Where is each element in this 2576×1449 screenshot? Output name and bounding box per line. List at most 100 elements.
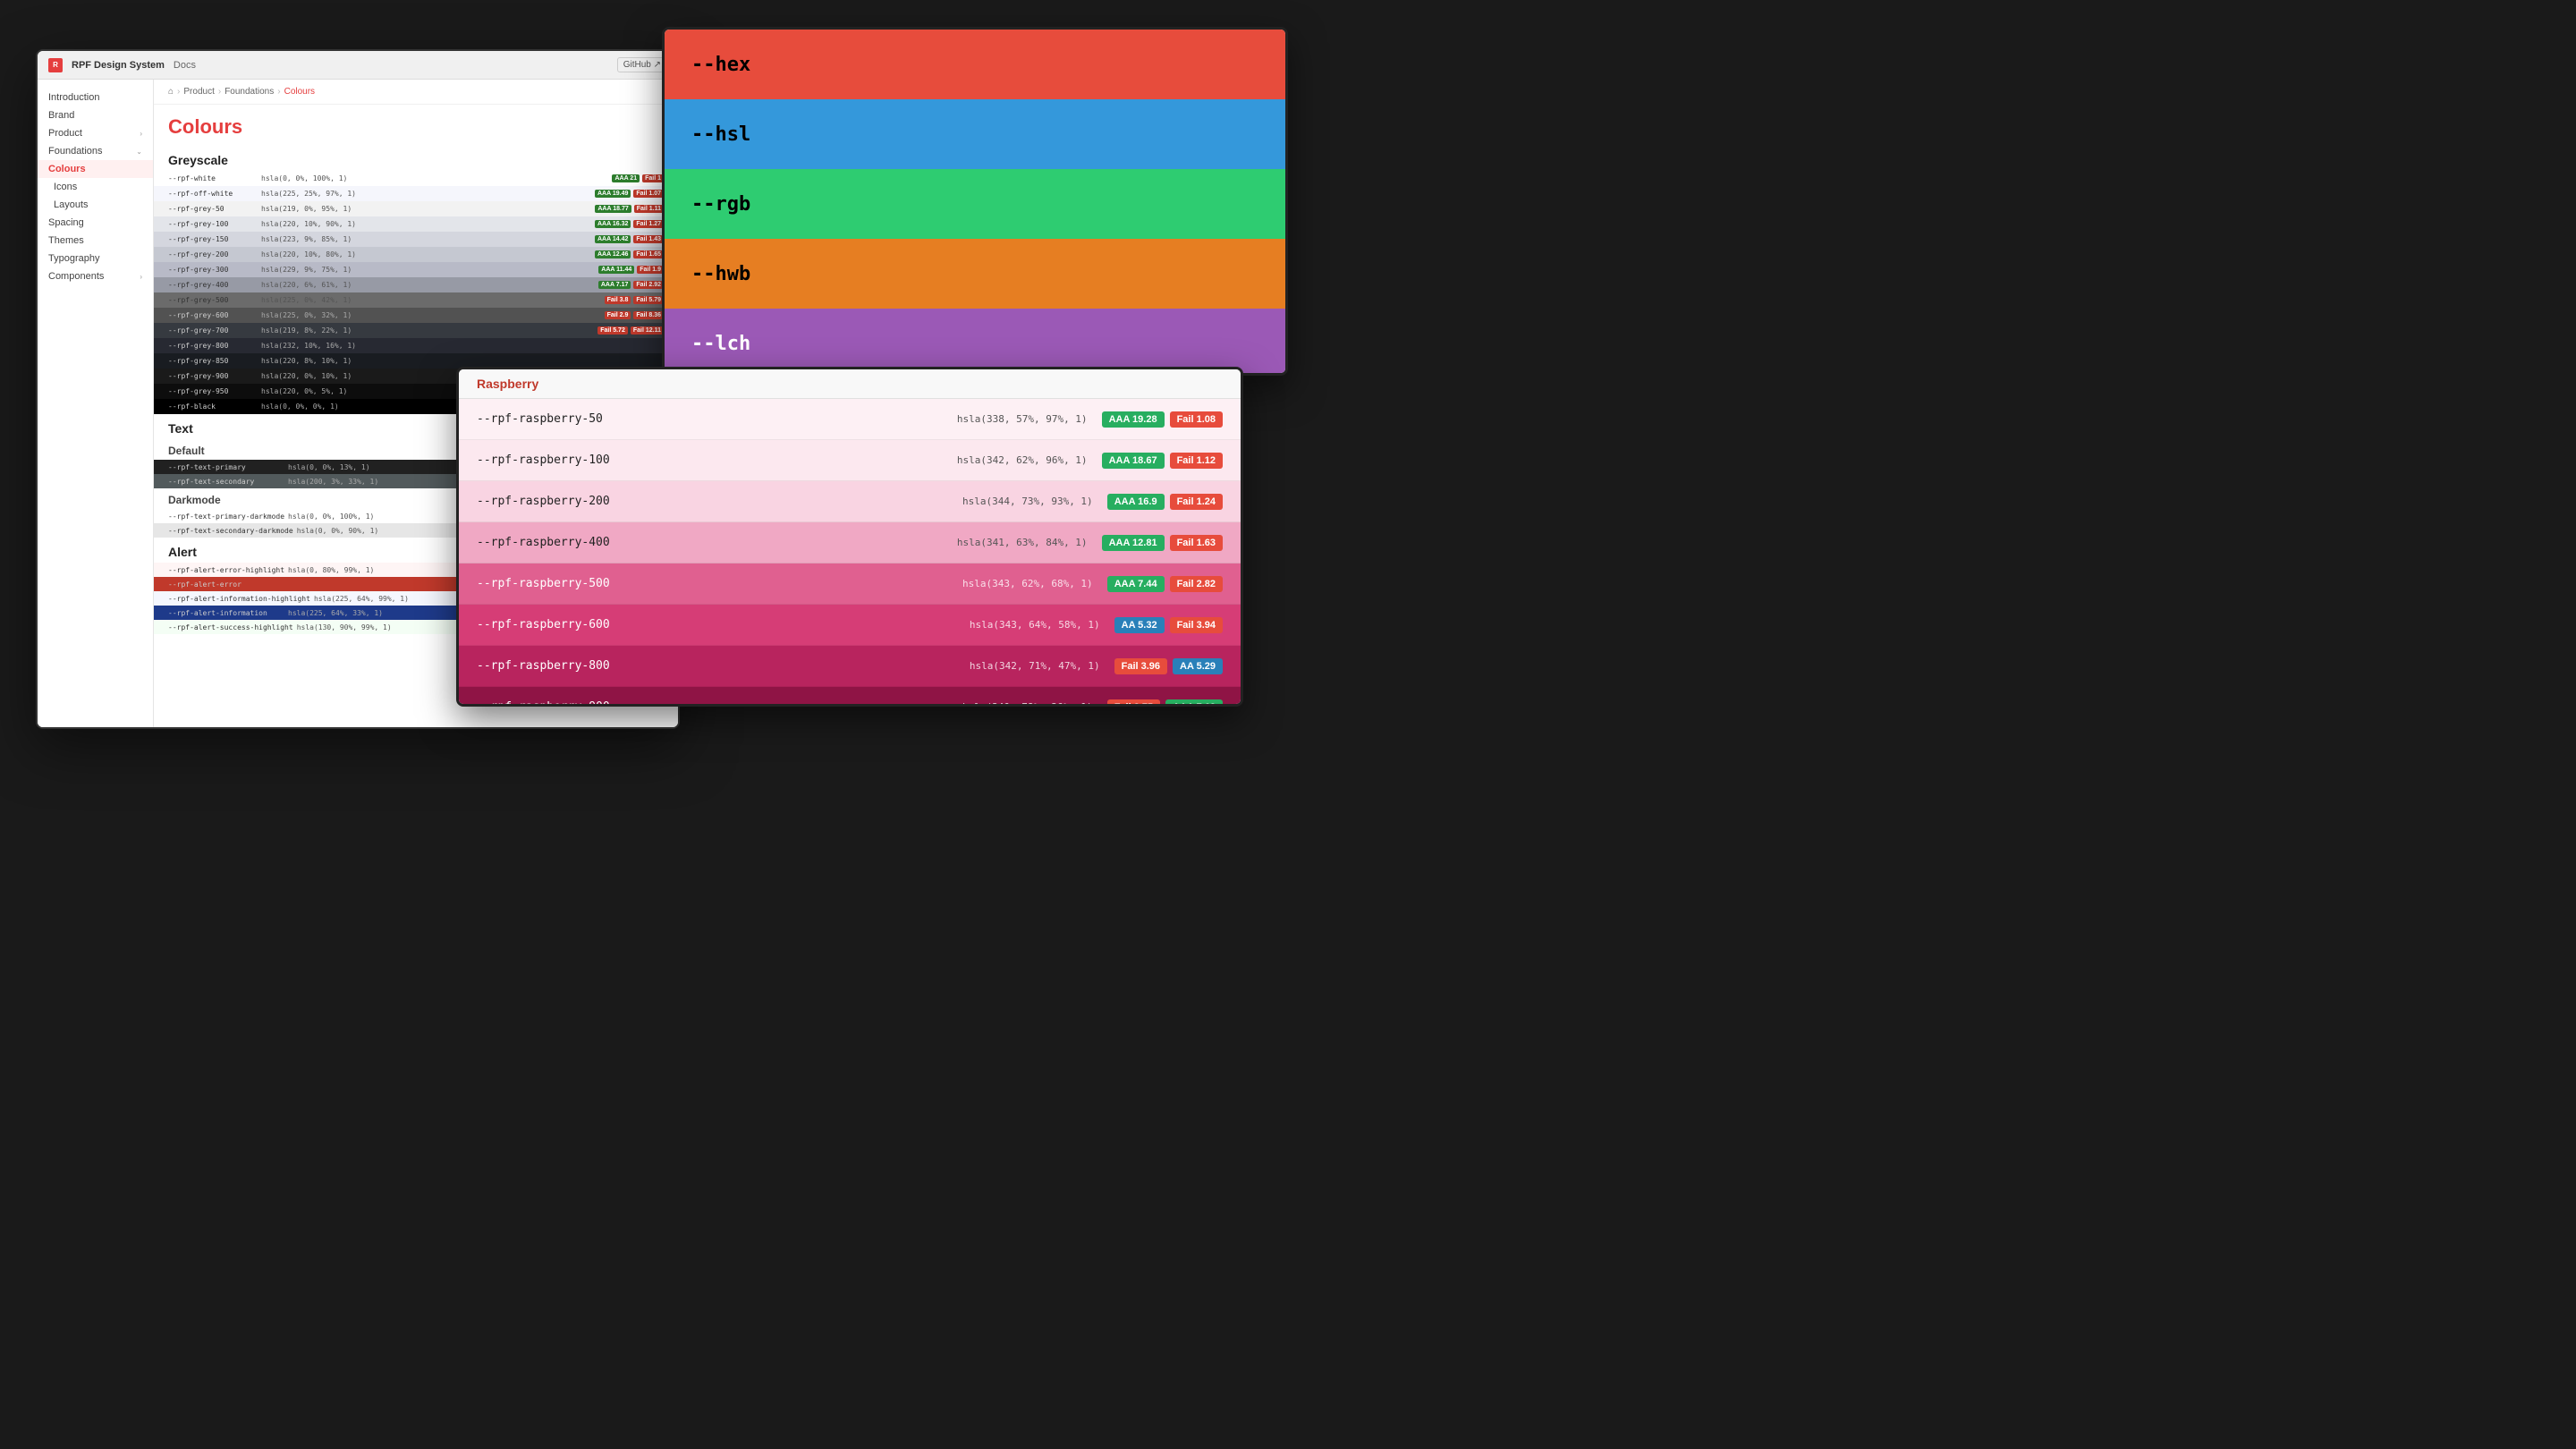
- color-row: --rpf-whitehsla(0, 0%, 100%, 1) AAA 21Fai…: [154, 171, 678, 186]
- fail-badge: Fail 1.07: [633, 190, 664, 198]
- color-value: hsla(225, 0%, 42%, 1): [261, 296, 601, 304]
- aaa-badge: AAA 21: [612, 174, 640, 182]
- color-badges: AAA 7.17Fail 2.92: [598, 281, 664, 289]
- color-badges: AAA 11.44Fail 1.9: [598, 266, 664, 274]
- color-name: --rpf-off-white: [168, 190, 258, 198]
- raspberry-color-name: --rpf-raspberry-600: [477, 618, 674, 631]
- raspberry-color-row: --rpf-raspberry-600hsla(343, 64%, 58%, 1…: [459, 605, 1241, 646]
- color-value: hsla(219, 0%, 95%, 1): [261, 205, 591, 213]
- raspberry-fail-badge: Fail 3.94: [1170, 617, 1223, 633]
- raspberry-color-row: --rpf-raspberry-400hsla(341, 63%, 84%, 1…: [459, 522, 1241, 564]
- raspberry-fail-badge: Fail 1.12: [1170, 453, 1223, 469]
- color-badges: AAA 18.77Fail 1.11: [595, 205, 664, 213]
- raspberry-badges: Fail 2.75AAA 7.63: [1107, 699, 1223, 708]
- raspberry-color-name: --rpf-raspberry-900: [477, 700, 674, 707]
- color-row: --rpf-grey-600hsla(225, 0%, 32%, 1)Fail …: [154, 308, 678, 323]
- sidebar-item-components[interactable]: Components ›: [38, 267, 153, 285]
- raspberry-aaa-badge: AAA 16.9: [1107, 494, 1165, 510]
- raspberry-badges: AAA 7.44Fail 2.82: [1107, 576, 1223, 592]
- chevron-down-icon: ⌄: [136, 148, 142, 156]
- color-badges: Fail 2.9Fail 8.36: [605, 311, 664, 319]
- text-color-name: --rpf-alert-error-highlight: [168, 566, 284, 574]
- raspberry-aaa-badge: AAA 12.81: [1102, 535, 1165, 551]
- raspberry-window: Raspberry --rpf-raspberry-50hsla(338, 57…: [456, 367, 1243, 707]
- text-color-name: --rpf-text-secondary: [168, 478, 284, 486]
- raspberry-color-row: --rpf-raspberry-500hsla(343, 62%, 68%, 1…: [459, 564, 1241, 605]
- sidebar-item-introduction[interactable]: Introduction: [38, 89, 153, 106]
- color-name: --rpf-grey-700: [168, 326, 258, 335]
- aaa-badge: AAA 12.46: [595, 250, 631, 258]
- color-name: --rpf-grey-800: [168, 342, 258, 350]
- text-color-name: --rpf-text-primary-darkmode: [168, 513, 284, 521]
- breadcrumb: ⌂ › Product › Foundations › Colours: [154, 80, 678, 105]
- sidebar-item-layouts[interactable]: Layouts: [38, 196, 153, 214]
- color-name: --rpf-grey-850: [168, 357, 258, 365]
- aaa-badge: Fail 5.72: [597, 326, 628, 335]
- text-color-name: --rpf-alert-success-highlight: [168, 623, 293, 631]
- raspberry-color-row: --rpf-raspberry-900hsla(340, 78%, 36%, 1…: [459, 687, 1241, 707]
- color-row: --rpf-grey-400hsla(220, 6%, 61%, 1)AAA 7…: [154, 277, 678, 292]
- color-value: hsla(223, 9%, 85%, 1): [261, 235, 591, 243]
- fail-badge: Fail 1.27: [633, 220, 664, 228]
- color-name: --rpf-black: [168, 402, 258, 411]
- app-title: RPF Design System: [72, 60, 165, 71]
- raspberry-aaa-badge: AA 5.32: [1114, 617, 1165, 633]
- color-name: --rpf-white: [168, 174, 258, 182]
- color-name: --rpf-grey-600: [168, 311, 258, 319]
- color-format-label: --hwb: [691, 263, 750, 285]
- fail-badge: Fail 2.92: [633, 281, 664, 289]
- text-color-name: --rpf-alert-information-highlight: [168, 595, 310, 603]
- fail-badge: Fail 1.11: [634, 205, 664, 213]
- color-badges: AAA 12.46Fail 1.65: [595, 250, 664, 258]
- color-format-block: --hex: [665, 30, 1285, 99]
- color-row: --rpf-grey-100hsla(220, 10%, 90%, 1)AAA …: [154, 216, 678, 232]
- sidebar-item-colours[interactable]: Colours: [38, 160, 153, 178]
- fail-badge: Fail 1.43: [633, 235, 664, 243]
- raspberry-aaa-badge: AAA 19.28: [1102, 411, 1165, 428]
- raspberry-title: Raspberry: [459, 369, 1241, 399]
- raspberry-fail-badge: Fail 2.82: [1170, 576, 1223, 592]
- section-greyscale: Greyscale: [154, 146, 678, 171]
- aaa-badge: AAA 16.32: [595, 220, 631, 228]
- sidebar-item-themes[interactable]: Themes: [38, 232, 153, 250]
- color-name: --rpf-grey-50: [168, 205, 258, 213]
- color-value: hsla(220, 10%, 90%, 1): [261, 220, 591, 228]
- aaa-badge: AAA 14.42: [595, 235, 631, 243]
- color-value: hsla(0, 0%, 100%, 1): [261, 174, 608, 182]
- color-name: --rpf-grey-950: [168, 387, 258, 395]
- raspberry-color-name: --rpf-raspberry-50: [477, 412, 674, 426]
- aaa-badge: AAA 7.17: [598, 281, 631, 289]
- color-format-label: --hsl: [691, 123, 750, 146]
- color-value: hsla(229, 9%, 75%, 1): [261, 266, 595, 274]
- raspberry-aaa-badge: Fail 2.75: [1107, 699, 1160, 708]
- aaa-badge: AAA 18.77: [595, 205, 631, 213]
- color-value: hsla(220, 10%, 80%, 1): [261, 250, 591, 258]
- raspberry-color-name: --rpf-raspberry-100: [477, 453, 674, 467]
- sidebar-item-spacing[interactable]: Spacing: [38, 214, 153, 232]
- raspberry-badges: AA 5.32 Fail 3.94: [1114, 617, 1223, 633]
- sidebar-item-foundations[interactable]: Foundations ⌄: [38, 142, 153, 160]
- aaa-badge: Fail 2.9: [605, 311, 631, 319]
- raspberry-fail-badge: Fail 1.08: [1170, 411, 1223, 428]
- color-value: hsla(219, 8%, 22%, 1): [261, 326, 594, 335]
- sidebar-item-brand[interactable]: Brand: [38, 106, 153, 124]
- raspberry-badges: AAA 12.81Fail 1.63: [1102, 535, 1223, 551]
- sidebar-item-icons[interactable]: Icons: [38, 178, 153, 196]
- color-name: --rpf-grey-150: [168, 235, 258, 243]
- sidebar-item-typography[interactable]: Typography: [38, 250, 153, 267]
- text-color-name: --rpf-alert-error: [168, 580, 284, 589]
- raspberry-color-value: hsla(338, 57%, 97%, 1): [674, 413, 1088, 425]
- raspberry-color-value: hsla(340, 78%, 36%, 1): [674, 701, 1093, 707]
- github-link[interactable]: GitHub ↗: [617, 57, 667, 72]
- color-row: --rpf-grey-500hsla(225, 0%, 42%, 1)Fail …: [154, 292, 678, 308]
- color-value: hsla(220, 8%, 10%, 1): [261, 357, 660, 365]
- window-titlebar: R RPF Design System Docs GitHub ↗: [38, 51, 678, 80]
- fail-badge: Fail 1: [642, 174, 664, 182]
- sidebar-item-product[interactable]: Product ›: [38, 124, 153, 142]
- fail-badge: Fail 1.65: [633, 250, 664, 258]
- color-format-label: --hex: [691, 54, 750, 76]
- fail-badge: Fail 8.36: [633, 311, 664, 319]
- raspberry-color-name: --rpf-raspberry-400: [477, 536, 674, 549]
- color-format-label: --lch: [691, 333, 750, 355]
- raspberry-color-row: --rpf-raspberry-100hsla(342, 62%, 96%, 1…: [459, 440, 1241, 481]
